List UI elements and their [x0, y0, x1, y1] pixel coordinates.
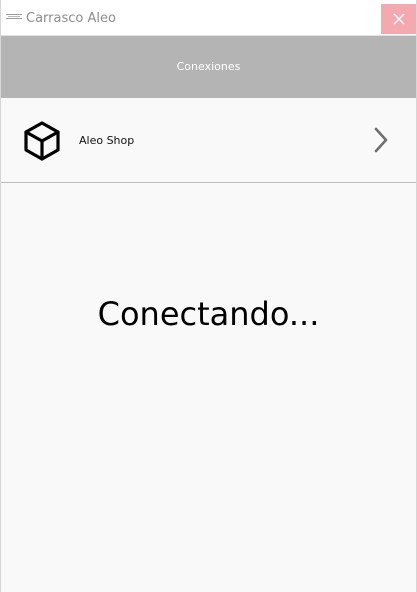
connection-status-text: Conectando... — [97, 295, 320, 333]
page-title: Conexiones — [176, 60, 241, 73]
connection-item-aleo-shop[interactable]: Aleo Shop — [1, 98, 416, 183]
title-bar[interactable]: Carrasco Aleo — [1, 0, 416, 36]
window-title: Carrasco Aleo — [26, 11, 116, 26]
close-icon — [393, 13, 404, 25]
chevron-right-icon[interactable] — [373, 126, 389, 154]
app-window: Carrasco Aleo Conexiones Aleo Shop Conec… — [0, 0, 417, 592]
connection-label: Aleo Shop — [79, 134, 135, 147]
app-logo-icon — [6, 14, 22, 19]
cube-icon — [24, 121, 60, 161]
close-button[interactable] — [381, 4, 416, 34]
page-header: Conexiones — [1, 36, 416, 98]
